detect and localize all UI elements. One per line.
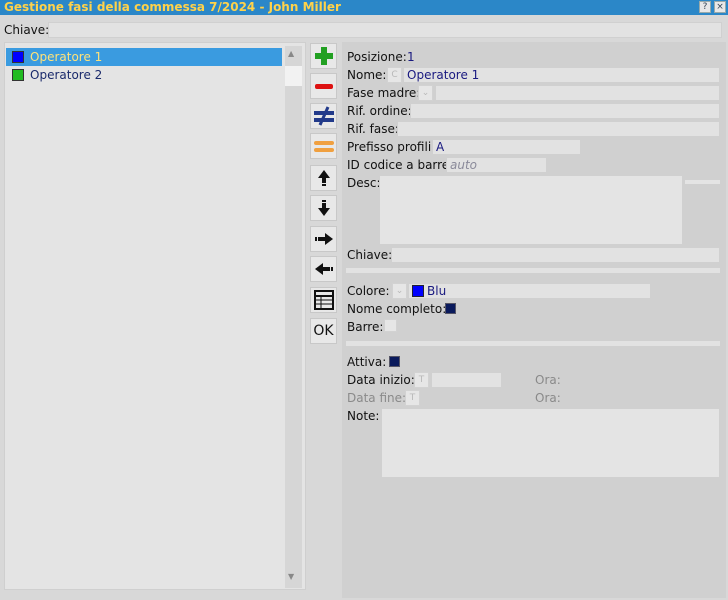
chiave-input[interactable] xyxy=(391,247,720,263)
posizione-value: 1 xyxy=(407,50,415,64)
nome-label: Nome: xyxy=(347,68,387,82)
fase-madre-input[interactable] xyxy=(435,85,720,101)
minus-icon xyxy=(314,84,333,89)
colore-dropdown[interactable]: ⌄ xyxy=(392,283,407,299)
colore-field[interactable]: Blu xyxy=(408,283,651,299)
data-fine-today-button[interactable]: T xyxy=(405,390,420,406)
help-button[interactable]: ? xyxy=(699,1,711,13)
scroll-up-icon[interactable]: ▲ xyxy=(288,49,294,58)
rif-ordine-label: Rif. ordine: xyxy=(347,104,412,118)
ora-fine-label: Ora: xyxy=(535,391,561,405)
search-input[interactable] xyxy=(48,22,722,38)
add-button[interactable] xyxy=(310,43,337,69)
desc-label: Desc: xyxy=(347,176,381,190)
list-item-label: Operatore 2 xyxy=(30,68,103,82)
desc-textarea[interactable] xyxy=(379,175,683,245)
barre-label: Barre: xyxy=(347,320,384,334)
attiva-checkbox[interactable] xyxy=(389,356,400,367)
desc-scrollbar[interactable] xyxy=(685,180,720,184)
nome-completo-checkbox[interactable] xyxy=(445,303,456,314)
divider xyxy=(346,341,720,346)
prefisso-input[interactable]: A xyxy=(432,139,581,155)
not-equal-button[interactable] xyxy=(310,103,337,129)
move-up-button[interactable] xyxy=(310,165,337,191)
scroll-down-icon[interactable]: ▼ xyxy=(288,572,294,581)
divider xyxy=(346,268,720,273)
nome-input[interactable]: Operatore 1 xyxy=(403,67,720,83)
list-scrollbar[interactable]: ▲ ▼ xyxy=(285,46,302,588)
data-inizio-label: Data inizio: xyxy=(347,373,415,387)
colore-value: Blu xyxy=(427,284,447,298)
nome-prefix-button[interactable]: C xyxy=(387,67,402,83)
not-equal-icon xyxy=(313,106,334,126)
equal-button[interactable] xyxy=(310,133,337,159)
chevron-down-icon: ⌄ xyxy=(395,286,404,296)
nome-completo-label: Nome completo: xyxy=(347,302,447,316)
plus-icon xyxy=(314,47,333,65)
arrow-left-icon xyxy=(314,263,333,275)
rif-fase-input[interactable] xyxy=(397,121,720,137)
operator-list xyxy=(4,42,306,590)
remove-button[interactable] xyxy=(310,73,337,99)
note-label: Note: xyxy=(347,409,380,423)
data-inizio-input[interactable] xyxy=(431,372,502,388)
data-fine-label: Data fine: xyxy=(347,391,407,405)
scroll-thumb[interactable] xyxy=(285,66,302,86)
close-button[interactable]: × xyxy=(714,1,726,13)
rif-fase-label: Rif. fase: xyxy=(347,122,399,136)
attiva-label: Attiva: xyxy=(347,355,387,369)
window-title: Gestione fasi della commessa 7/2024 - Jo… xyxy=(0,0,728,15)
fase-madre-label: Fase madre: xyxy=(347,86,421,100)
color-swatch xyxy=(412,284,424,297)
id-codice-input[interactable]: auto xyxy=(446,157,547,173)
color-swatch xyxy=(12,69,24,81)
move-left-button[interactable] xyxy=(310,256,337,282)
table-button[interactable] xyxy=(310,287,337,313)
move-right-button[interactable] xyxy=(310,226,337,252)
colore-label: Colore: xyxy=(347,284,390,298)
arrow-right-icon xyxy=(314,233,333,245)
note-textarea[interactable] xyxy=(381,408,720,478)
equal-icon xyxy=(313,141,334,152)
barre-checkbox[interactable] xyxy=(384,319,397,332)
table-icon xyxy=(313,290,334,310)
ok-button[interactable]: OK xyxy=(310,318,337,344)
arrow-down-icon xyxy=(317,200,330,216)
list-item-operatore-1[interactable]: Operatore 1 xyxy=(6,48,282,66)
list-item-operatore-2[interactable]: Operatore 2 xyxy=(6,66,282,84)
fase-madre-dropdown[interactable]: ⌄ xyxy=(418,85,433,101)
ora-inizio-label: Ora: xyxy=(535,373,561,387)
color-swatch xyxy=(12,51,24,63)
id-codice-label: ID codice a barre: xyxy=(347,158,454,172)
chiave-label: Chiave: xyxy=(347,248,393,262)
chevron-down-icon: ⌄ xyxy=(421,88,430,98)
prefisso-label: Prefisso profili: xyxy=(347,140,436,154)
move-down-button[interactable] xyxy=(310,195,337,221)
posizione-label: Posizione: xyxy=(347,50,407,64)
search-label: Chiave: xyxy=(4,23,50,37)
arrow-up-icon xyxy=(317,170,330,186)
rif-ordine-input[interactable] xyxy=(410,103,720,119)
list-item-label: Operatore 1 xyxy=(30,50,103,64)
data-inizio-today-button[interactable]: T xyxy=(414,372,429,388)
